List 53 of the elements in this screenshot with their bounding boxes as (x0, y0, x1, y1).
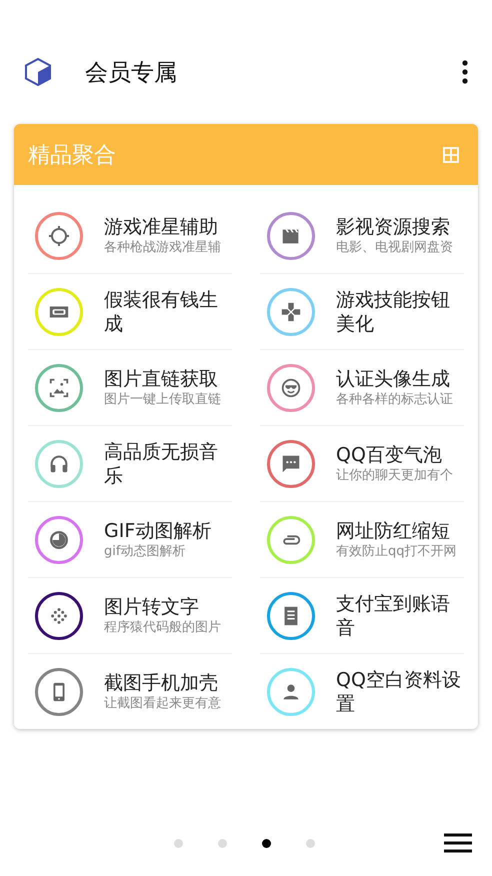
page-indicator-dot[interactable] (218, 838, 227, 848)
more-icon[interactable] (462, 60, 468, 84)
feature-description: 图片一键上传取直链 (104, 390, 221, 408)
pie-timer-icon (48, 528, 70, 550)
feature-description: 各种枪战游戏准星辅 (104, 238, 221, 256)
feature-title: 游戏准星辅助 (104, 214, 219, 238)
feature-item[interactable]: 支付宝到账语音 (260, 578, 464, 654)
page-indicator-dot[interactable] (306, 838, 315, 848)
feature-item[interactable]: 游戏技能按钮美化 (260, 274, 464, 350)
feature-description: 程序猿代码般的图片 (104, 618, 221, 636)
sunglasses-face-icon (280, 376, 302, 398)
feature-item[interactable]: QQ百变气泡 让你的聊天更加有个 (260, 426, 464, 502)
feature-item[interactable]: 高品质无损音乐 (28, 426, 232, 502)
feature-title: 支付宝到账语音 (336, 592, 451, 640)
feature-description: 让你的聊天更加有个 (336, 466, 453, 484)
feature-title: QQ百变气泡 (336, 442, 443, 466)
feature-description: 有效防止qq打不开网 (336, 542, 457, 560)
feature-title: 假装很有钱生成 (104, 288, 219, 336)
feature-description: 让截图看起来更有意 (104, 694, 221, 712)
feature-item[interactable]: 图片转文字 程序猿代码般的图片 (28, 578, 232, 654)
feature-title: 截图手机加壳 (104, 670, 219, 694)
feature-title: 网址防红缩短 (336, 518, 451, 542)
feature-description: gif动态图解析 (104, 542, 186, 560)
feature-item[interactable]: 图片直链获取 图片一键上传取直链 (28, 350, 232, 426)
grid-icon[interactable] (443, 146, 459, 162)
headphones-icon (48, 452, 70, 474)
feature-title: 高品质无损音乐 (104, 440, 219, 488)
page-indicator-dot[interactable] (262, 838, 271, 848)
feature-description: 电影、电视剧网盘资 (336, 238, 453, 256)
page-title: 会员专属 (85, 58, 178, 88)
menu-icon[interactable] (444, 833, 472, 853)
feature-title: 图片转文字 (104, 594, 200, 618)
crosshair-icon (47, 224, 71, 248)
feature-item[interactable]: 假装很有钱生成 (28, 274, 232, 350)
feature-title: GIF动图解析 (104, 518, 212, 542)
gamepad-icon (280, 300, 302, 322)
feature-description: 各种各样的标志认证 (336, 390, 453, 408)
page-indicator-dot[interactable] (174, 838, 183, 848)
feature-title: 游戏技能按钮美化 (336, 288, 451, 336)
feature-title: 图片直链获取 (104, 366, 219, 390)
feature-item[interactable]: GIF动图解析 gif动态图解析 (28, 502, 232, 578)
cube-icon (23, 57, 53, 87)
feature-item[interactable]: 影视资源搜索 电影、电视剧网盘资 (260, 198, 464, 274)
feature-item[interactable]: 截图手机加壳 让截图看起来更有意 (28, 654, 232, 729)
feature-item[interactable]: 网址防红缩短 有效防止qq打不开网 (260, 502, 464, 578)
feature-item[interactable]: 游戏准星辅助 各种枪战游戏准星辅 (28, 198, 232, 274)
feature-title: QQ空白资料设置 (336, 668, 462, 716)
card-title: 精品聚合 (28, 142, 116, 170)
feature-title: 认证头像生成 (336, 366, 451, 390)
feature-title: 影视资源搜索 (336, 214, 451, 238)
feature-item[interactable]: 认证头像生成 各种各样的标志认证 (260, 350, 464, 426)
feature-item[interactable]: QQ空白资料设置 (260, 654, 464, 729)
image-icon (48, 376, 70, 398)
